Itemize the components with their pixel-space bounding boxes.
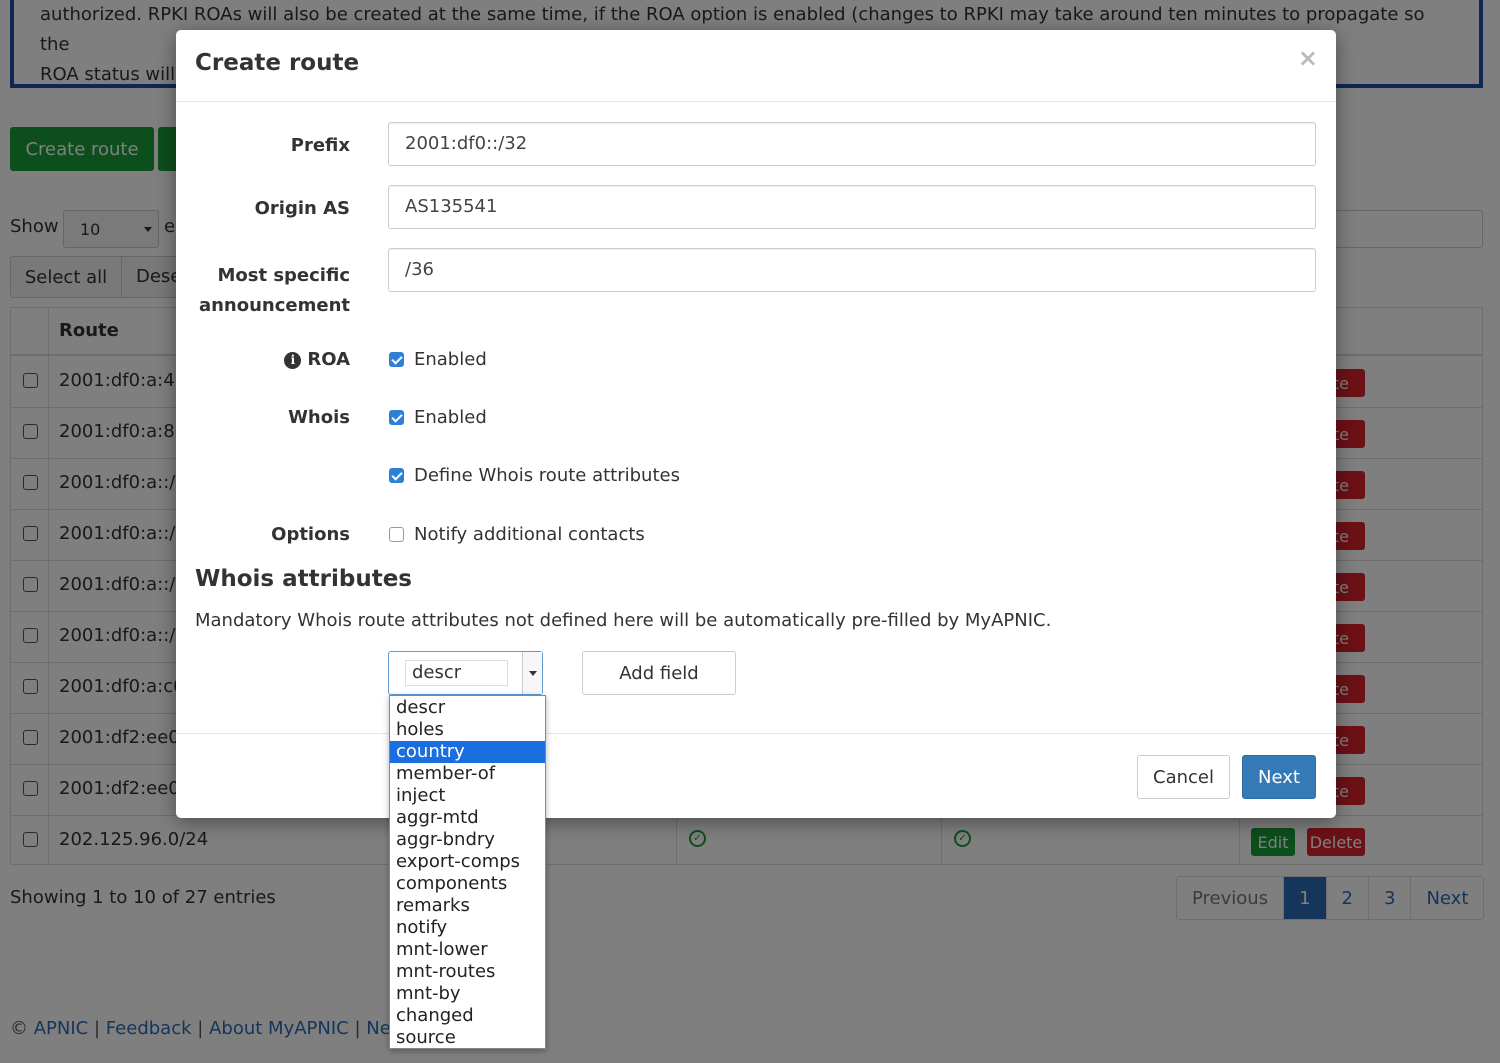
whois-attribute-select[interactable]: descr [388,651,543,695]
chevron-down-icon[interactable] [522,652,542,694]
option-mnt-routes[interactable]: mnt-routes [390,961,545,983]
info-icon[interactable]: i [284,352,302,369]
option-member-of[interactable]: member-of [390,763,545,785]
options-label: Options [271,524,350,545]
prefix-input[interactable]: 2001:df0::/32 [388,122,1316,166]
notify-contacts-checkbox[interactable] [389,527,404,542]
option-descr[interactable]: descr [390,697,545,719]
define-whois-label: Define Whois route attributes [414,465,680,486]
option-notify[interactable]: notify [390,917,545,939]
most-specific-label: Most specific announcement [199,261,350,321]
whois-attribute-value: descr [405,660,508,686]
option-inject[interactable]: inject [390,785,545,807]
option-remarks[interactable]: remarks [390,895,545,917]
option-mnt-lower[interactable]: mnt-lower [390,939,545,961]
whois-checkbox[interactable] [389,410,404,425]
option-components[interactable]: components [390,873,545,895]
next-button[interactable]: Next [1242,755,1316,799]
most-specific-label-line1: Most specific [217,265,350,286]
roa-checkbox[interactable] [389,352,404,367]
whois-attribute-options: descr holes country member-of inject agg… [389,695,546,1049]
define-whois-checkbox[interactable] [389,468,404,483]
option-aggr-bndry[interactable]: aggr-bndry [390,829,545,851]
option-export-comps[interactable]: export-comps [390,851,545,873]
modal-footer-divider [176,733,1336,734]
prefix-label: Prefix [290,135,350,156]
add-field-button[interactable]: Add field [582,651,736,695]
close-icon[interactable]: × [1298,46,1318,70]
cancel-button[interactable]: Cancel [1137,755,1230,799]
option-mnt-by[interactable]: mnt-by [390,983,545,1005]
whois-attributes-heading: Whois attributes [195,566,412,592]
option-changed[interactable]: changed [390,1005,545,1027]
whois-enabled-label: Enabled [414,407,487,428]
roa-label: i ROA [284,349,350,370]
option-source[interactable]: source [390,1027,545,1049]
option-holes[interactable]: holes [390,719,545,741]
whois-attributes-description: Mandatory Whois route attributes not def… [195,610,1052,631]
most-specific-label-line2: announcement [198,295,350,316]
origin-as-input[interactable]: AS135541 [388,185,1316,229]
modal-title: Create route [195,50,360,76]
option-country[interactable]: country [390,741,545,763]
create-route-modal: Create route × Prefix 2001:df0::/32 Orig… [176,30,1336,818]
whois-label: Whois [288,407,350,428]
roa-enabled-label: Enabled [414,349,487,370]
option-aggr-mtd[interactable]: aggr-mtd [390,807,545,829]
modal-header: Create route × [176,30,1336,102]
notify-contacts-label: Notify additional contacts [414,524,645,545]
roa-label-text: ROA [307,349,350,370]
origin-as-label: Origin AS [254,198,350,219]
most-specific-input[interactable]: /36 [388,248,1316,292]
